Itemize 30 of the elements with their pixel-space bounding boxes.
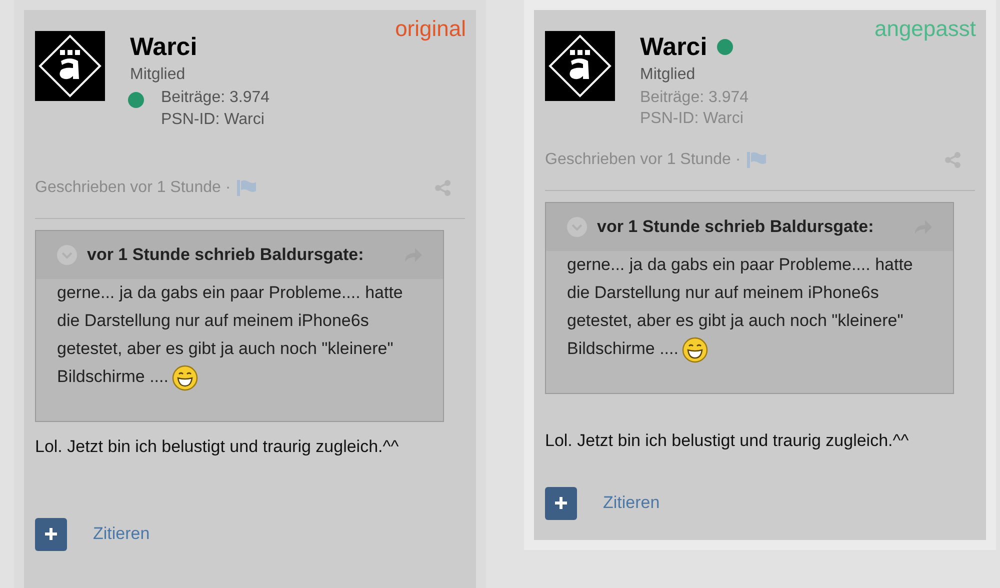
plus-icon bbox=[555, 497, 567, 509]
grinning-emoji-icon bbox=[682, 336, 708, 363]
psn-id: PSN-ID: Warci bbox=[161, 110, 266, 130]
flag-icon[interactable] bbox=[236, 180, 257, 196]
quote-header: vor 1 Stunde schrieb Baldursgate: bbox=[87, 244, 364, 266]
add-button[interactable] bbox=[35, 518, 67, 550]
quote-text: gerne... ja da gabs ein paar Probleme.... hatte die Darstellung nur auf meinem iPhone6s getestet, aber es gibt ja auch noch "kleinere" Bildschirme .... bbox=[567, 251, 932, 363]
avatar-logo bbox=[545, 31, 615, 101]
grinning-emoji-icon bbox=[172, 364, 198, 391]
member-role: Mitglied bbox=[640, 65, 696, 85]
posted-time: Geschrieben vor 1 Stunde · bbox=[35, 178, 231, 198]
quote-text: gerne... ja da gabs ein paar Probleme.... hatte die Darstellung nur auf meinem iPhone6s getestet, aber es gibt ja auch noch "kleinere" Bildschirme .... bbox=[57, 279, 422, 391]
psn-id: PSN-ID: Warci bbox=[640, 109, 744, 129]
username[interactable]: Warci bbox=[130, 31, 198, 63]
post-count: Beiträge: 3.974 bbox=[640, 88, 749, 108]
posted-time: Geschrieben vor 1 Stunde · bbox=[545, 150, 741, 170]
avatar-logo bbox=[35, 31, 105, 101]
version-label: angepasst bbox=[874, 15, 976, 43]
member-role: Mitglied bbox=[130, 65, 186, 85]
version-label: original bbox=[395, 15, 466, 43]
post-count: Beiträge: 3.974 bbox=[161, 88, 270, 108]
flag-icon[interactable] bbox=[746, 152, 767, 168]
username[interactable]: Warci bbox=[640, 31, 708, 63]
plus-icon bbox=[45, 528, 57, 540]
reply-text: Lol. Jetzt bin ich belustigt und traurig zugleich.^^ bbox=[35, 436, 400, 458]
reply-text: Lol. Jetzt bin ich belustigt und traurig zugleich.^^ bbox=[545, 430, 910, 452]
share-icon[interactable] bbox=[435, 180, 451, 196]
quote-header: vor 1 Stunde schrieb Baldursgate: bbox=[597, 216, 874, 238]
share-icon[interactable] bbox=[945, 152, 961, 168]
add-button[interactable] bbox=[545, 486, 577, 520]
